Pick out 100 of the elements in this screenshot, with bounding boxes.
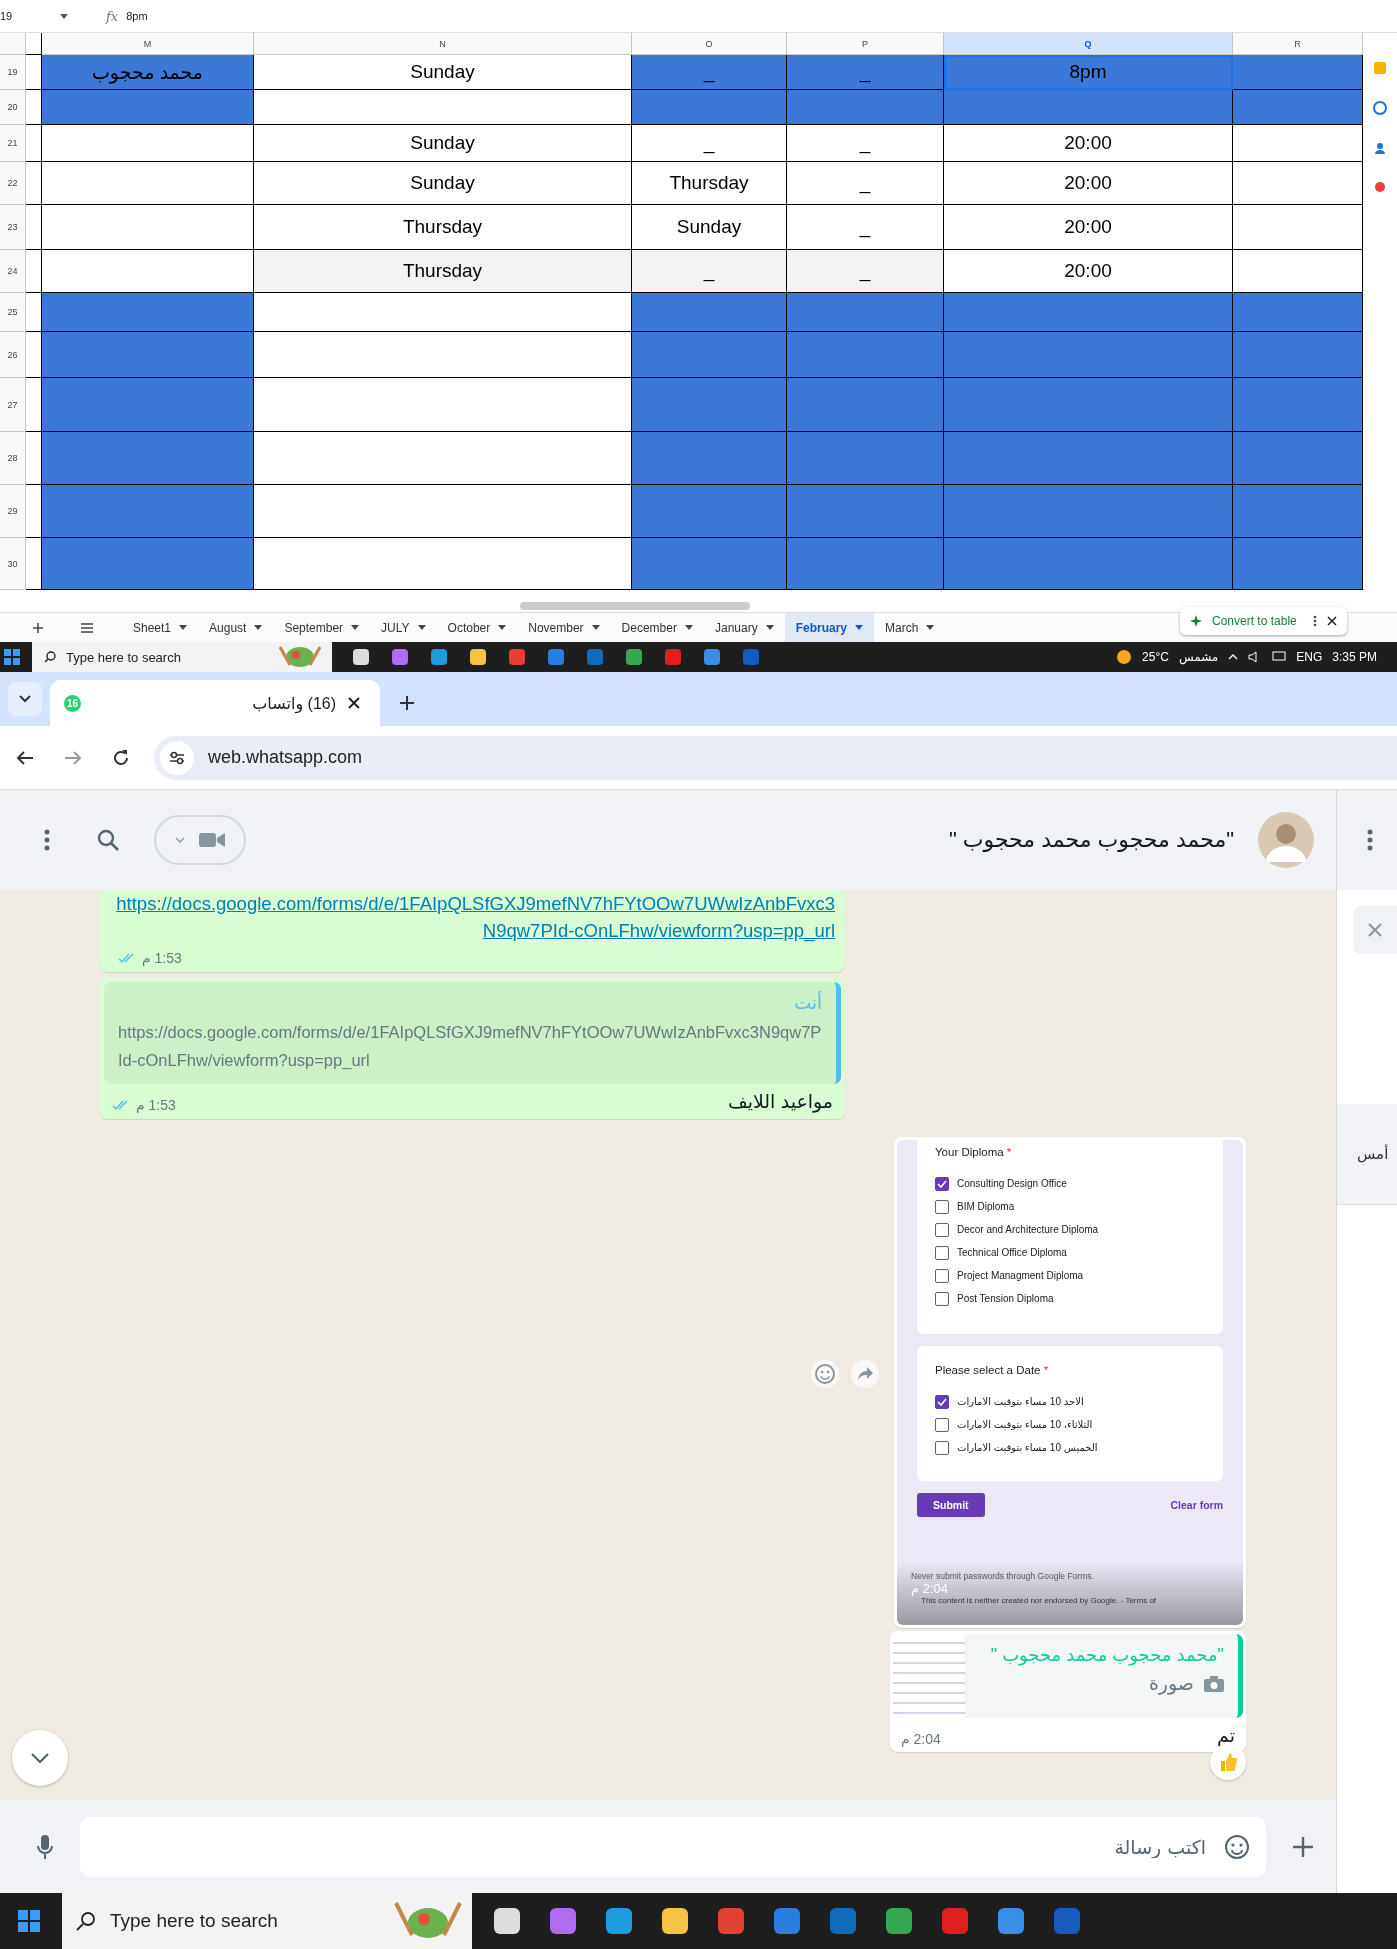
table-cell[interactable]	[787, 90, 944, 125]
column-header[interactable]: P	[787, 33, 944, 55]
video-call-button[interactable]	[154, 815, 246, 865]
checkbox[interactable]	[935, 1440, 949, 1455]
table-cell[interactable]: _	[632, 55, 787, 90]
back-icon[interactable]	[16, 749, 34, 766]
app-icon[interactable]	[548, 1906, 578, 1936]
menu-icon[interactable]	[80, 622, 94, 633]
submit-button[interactable]: Submit	[917, 1493, 985, 1517]
table-cell[interactable]	[42, 162, 254, 205]
column-header[interactable]: O	[632, 33, 787, 55]
reload-icon[interactable]	[112, 748, 130, 767]
menu-icon[interactable]	[44, 829, 50, 851]
table-cell[interactable]	[1233, 90, 1363, 125]
table-cell[interactable]	[26, 332, 42, 378]
checkbox[interactable]	[935, 1417, 949, 1432]
table-cell[interactable]	[632, 332, 787, 378]
table-cell[interactable]	[254, 378, 632, 432]
url-field[interactable]: web.whatsapp.com	[154, 735, 1397, 780]
table-cell[interactable]	[1233, 55, 1363, 90]
table-cell[interactable]: _	[787, 125, 944, 162]
sheet-tab[interactable]: February	[784, 613, 875, 642]
task-view-icon[interactable]	[492, 1906, 522, 1936]
table-cell[interactable]: _	[787, 162, 944, 205]
sheet-tab[interactable]: September	[273, 613, 371, 642]
photos-icon[interactable]	[703, 648, 721, 666]
link[interactable]: https://docs.google.com/forms/d/e/1FAIpQLSfGXJ9mefNV7hFYtOOw7UWwIzAnbFvxc3N9qw7PId-cOnLFhw/viewform?usp=pp_url	[110, 890, 835, 944]
scrollbar[interactable]	[520, 602, 750, 610]
table-cell[interactable]	[632, 485, 787, 538]
table-cell[interactable]	[254, 332, 632, 378]
table-cell[interactable]	[254, 90, 632, 125]
table-cell[interactable]: Thursday	[632, 162, 787, 205]
table-cell[interactable]	[787, 378, 944, 432]
table-cell[interactable]	[254, 432, 632, 485]
table-cell[interactable]: _	[787, 250, 944, 293]
table-cell[interactable]	[26, 55, 42, 90]
table-cell[interactable]	[1233, 538, 1363, 590]
close-icon[interactable]	[348, 697, 360, 709]
table-cell[interactable]	[1233, 432, 1363, 485]
table-cell[interactable]	[632, 538, 787, 590]
table-cell[interactable]: _	[787, 55, 944, 90]
table-cell[interactable]	[26, 90, 42, 125]
table-cell[interactable]: 20:00	[944, 125, 1233, 162]
table-cell[interactable]: Sunday	[254, 55, 632, 90]
folder-icon[interactable]	[469, 648, 487, 666]
message-input[interactable]: اكتب رسالة	[80, 1816, 1266, 1877]
windows-icon[interactable]	[4, 649, 20, 665]
add-icon[interactable]	[1292, 1835, 1314, 1858]
table-cell[interactable]	[944, 378, 1233, 432]
table-cell[interactable]	[1233, 250, 1363, 293]
table-cell[interactable]: Sunday	[254, 162, 632, 205]
table-cell[interactable]	[254, 485, 632, 538]
table-cell[interactable]: محمد محجوب	[42, 55, 254, 90]
table-cell[interactable]	[787, 485, 944, 538]
microphone-icon[interactable]	[36, 1833, 54, 1860]
column-header[interactable]: R	[1233, 33, 1363, 55]
table-cell[interactable]	[944, 332, 1233, 378]
table-cell[interactable]	[1233, 485, 1363, 538]
language-indicator[interactable]: ENG	[1296, 650, 1323, 664]
table-cell[interactable]	[1233, 332, 1363, 378]
checkbox[interactable]	[935, 1245, 949, 1260]
table-cell[interactable]	[42, 90, 254, 125]
browser-icon[interactable]	[604, 1906, 634, 1936]
table-cell[interactable]: Sunday	[632, 205, 787, 250]
task-view-icon[interactable]	[352, 648, 370, 666]
table-cell[interactable]	[42, 250, 254, 293]
checkbox[interactable]	[935, 1199, 949, 1214]
table-cell[interactable]: _	[632, 125, 787, 162]
column-header[interactable]	[26, 33, 42, 55]
document-icon[interactable]	[742, 648, 760, 666]
sheet-tab[interactable]: November	[517, 613, 611, 642]
table-cell[interactable]: Sunday	[254, 125, 632, 162]
table-cell[interactable]	[26, 378, 42, 432]
table-cell[interactable]: 8pm	[944, 55, 1233, 90]
browser-icon[interactable]	[430, 648, 448, 666]
chip-label[interactable]: Convert to table	[1212, 614, 1297, 628]
network-icon[interactable]	[1272, 651, 1287, 663]
table-cell[interactable]	[944, 485, 1233, 538]
table-cell[interactable]	[1233, 378, 1363, 432]
table-cell[interactable]	[1233, 162, 1363, 205]
windows-icon[interactable]	[18, 1910, 40, 1932]
table-cell[interactable]	[42, 485, 254, 538]
browser-icon[interactable]	[625, 648, 643, 666]
folder-icon[interactable]	[660, 1906, 690, 1936]
table-cell[interactable]	[42, 125, 254, 162]
table-cell[interactable]	[944, 90, 1233, 125]
search-field[interactable]: Type here to search	[32, 642, 332, 672]
document-icon[interactable]	[1052, 1906, 1082, 1936]
clear-form-link[interactable]: Clear form	[1170, 1499, 1223, 1511]
table-cell[interactable]	[254, 293, 632, 332]
table-cell[interactable]	[632, 90, 787, 125]
emoji-icon[interactable]	[810, 1358, 840, 1389]
search-icon[interactable]	[96, 828, 120, 852]
sheet-tab[interactable]: Sheet1	[122, 613, 199, 642]
table-cell[interactable]	[944, 538, 1233, 590]
avatar[interactable]	[1258, 812, 1314, 868]
table-cell[interactable]	[26, 162, 42, 205]
table-cell[interactable]	[1233, 205, 1363, 250]
quoted-message[interactable]: "محمد محجوب محمد محجوب " صورة	[893, 1634, 1243, 1718]
more-icon[interactable]	[1312, 615, 1317, 627]
